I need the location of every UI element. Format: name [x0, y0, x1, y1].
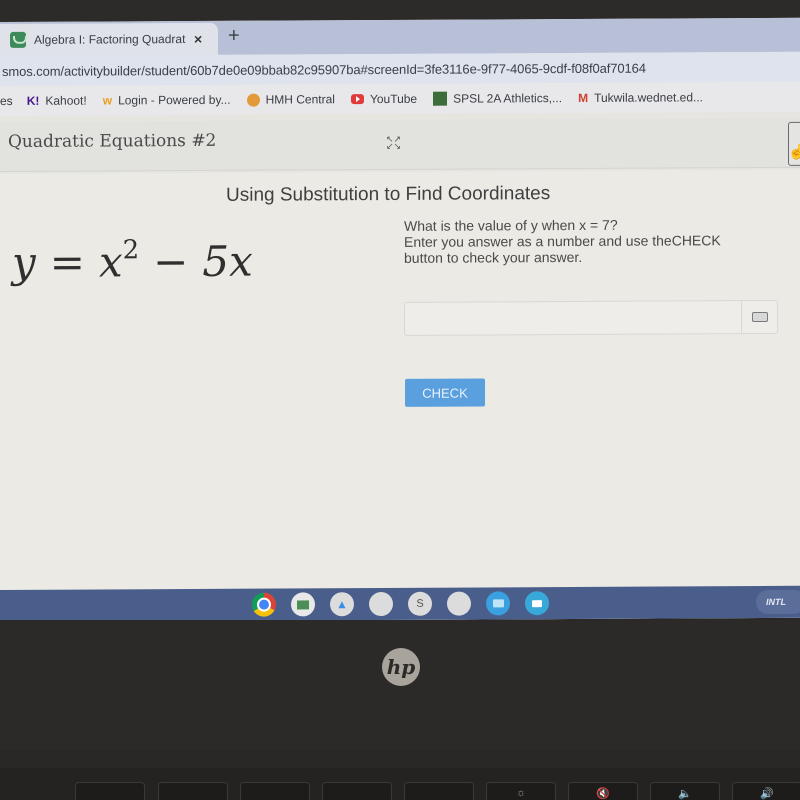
chromeos-shelf: S INTL — [0, 585, 800, 623]
bookmark-spsl[interactable]: SPSL 2A Athletics,... — [433, 91, 562, 106]
bookmark-hmh[interactable]: HMH Central — [246, 92, 335, 107]
equation-x: x — [98, 237, 123, 287]
equals-sign: = — [49, 237, 85, 287]
question-prompt: What is the value of y when x = 7? Enter… — [404, 216, 784, 266]
bookmark-tukwila[interactable]: M Tukwila.wednet.ed... — [578, 90, 703, 105]
tab-title: Algebra I: Factoring Quadratic E — [34, 32, 186, 47]
volume-up-key: 🔊 — [732, 782, 800, 800]
screen-title: Using Substitution to Find Coordinates — [226, 183, 551, 206]
activity-screen: Using Substitution to Find Coordinates y… — [0, 169, 800, 623]
app-icon[interactable] — [447, 591, 471, 616]
prompt-line: button to check your answer. — [404, 248, 583, 266]
wayground-icon: w — [102, 93, 113, 108]
spsl-icon — [433, 91, 448, 106]
new-tab-button[interactable]: + — [228, 25, 240, 48]
equation-lhs: y — [12, 237, 36, 287]
tab-strip: Algebra I: Factoring Quadratic E × + — [0, 17, 800, 56]
mute-key: 🔇 — [568, 782, 638, 800]
input-method-indicator[interactable]: INTL — [756, 589, 800, 615]
browser-tab-active[interactable]: Algebra I: Factoring Quadratic E × — [0, 22, 218, 56]
bookmark-label: Login - Powered by... — [118, 92, 231, 108]
bookmark-label: YouTube — [369, 91, 418, 107]
youtube-icon — [350, 94, 364, 105]
function-key — [240, 782, 310, 800]
hand-cursor-icon: ☝ — [788, 143, 800, 160]
overview-key — [404, 782, 474, 800]
bookmarks-bar: es K! Kahoot! w Login - Powered by... HM… — [0, 81, 800, 116]
files-icon[interactable] — [486, 591, 510, 616]
screen: Algebra I: Factoring Quadratic E × + smo… — [0, 17, 800, 623]
function-key — [158, 782, 228, 800]
bookmark-login[interactable]: w Login - Powered by... — [103, 93, 231, 108]
fullscreen-key — [322, 782, 392, 800]
check-button[interactable]: CHECK — [405, 378, 485, 407]
close-tab-icon[interactable]: × — [194, 31, 202, 47]
address-bar[interactable]: smos.com/activitybuilder/student/60b7de0… — [0, 51, 800, 86]
keyboard-icon — [751, 311, 768, 323]
bookmark-label: Kahoot! — [45, 93, 87, 108]
bookmark-label: SPSL 2A Athletics,... — [453, 91, 563, 106]
bookmark-kahoot[interactable]: K! Kahoot! — [27, 94, 87, 108]
desmos-favicon-icon — [10, 31, 26, 48]
prompt-line: Enter you answer as a number and use the… — [404, 232, 721, 250]
activity-title: Quadratic Equations #2 — [8, 130, 217, 152]
prompt-line: What is the value of y when x = 7? — [404, 216, 618, 234]
google-classroom-icon[interactable] — [291, 592, 315, 617]
brightness-key: ☼ — [486, 782, 556, 800]
minus-sign: − — [153, 237, 189, 287]
volume-down-key: 🔈 — [650, 782, 720, 800]
chrome-icon[interactable] — [252, 592, 276, 617]
s-app-icon[interactable]: S — [408, 591, 432, 616]
function-key — [75, 782, 145, 800]
bookmark-label: HMH Central — [265, 92, 335, 107]
url-text[interactable]: smos.com/activitybuilder/student/60b7de0… — [0, 60, 646, 78]
hp-logo: hp — [382, 648, 420, 686]
hmh-dot-icon — [246, 93, 260, 107]
activity-header: Quadratic Equations #2 ↖↗ ↙↘ ☝ — [0, 117, 800, 172]
answer-input[interactable] — [404, 299, 778, 336]
fullscreen-expand-icon[interactable]: ↖↗ ↙↘ — [386, 134, 401, 151]
bookmark-label: es — [0, 93, 13, 108]
equation: y = x2−5x — [12, 235, 253, 287]
math-keyboard-button[interactable] — [741, 300, 777, 334]
google-drive-icon[interactable] — [330, 592, 354, 617]
bookmark-apps[interactable]: es — [0, 94, 13, 108]
bookmark-label: Tukwila.wednet.ed... — [594, 90, 704, 105]
google-meet-icon[interactable] — [525, 591, 549, 616]
kahoot-icon: K! — [26, 93, 40, 108]
app-icon[interactable] — [369, 591, 393, 617]
equation-exponent: 2 — [122, 235, 140, 266]
gmail-icon: M — [578, 90, 589, 105]
bookmark-youtube[interactable]: YouTube — [350, 91, 418, 107]
equation-term2: 5x — [202, 236, 253, 286]
